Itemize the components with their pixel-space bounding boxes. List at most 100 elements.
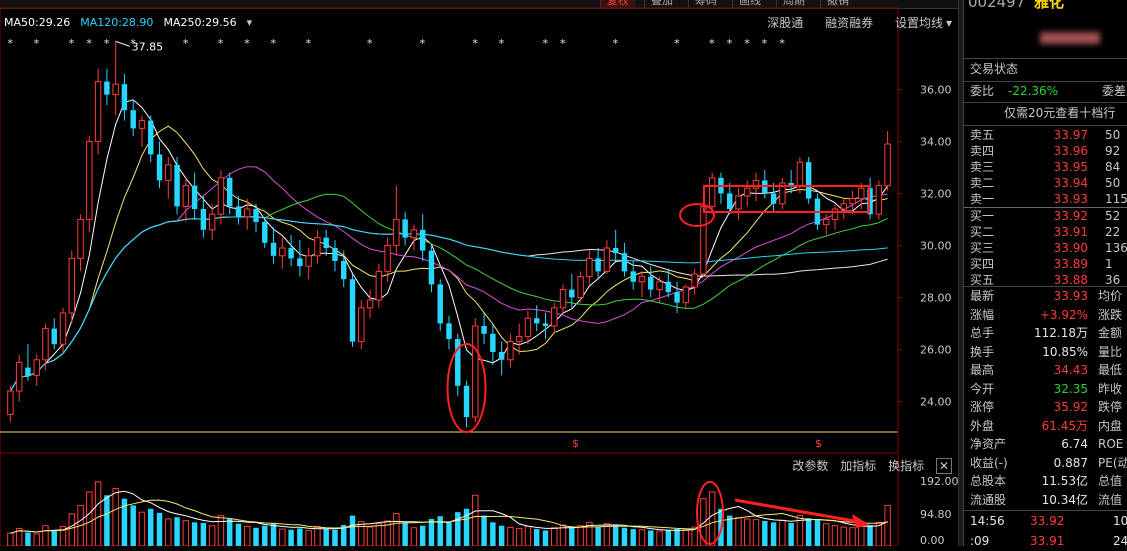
volume-bar bbox=[279, 528, 286, 546]
ask-price: 33.96 bbox=[1053, 144, 1088, 158]
candle-body bbox=[384, 244, 391, 272]
quote-panel: 002497 雅化 交易状态 委比 -22.36% 委差 仅需20元查看十档行 … bbox=[963, 0, 1127, 548]
ask-row: 卖五 33.97 50 bbox=[968, 127, 1127, 143]
bid-volume: 52 bbox=[1105, 209, 1121, 223]
candle-body bbox=[332, 248, 338, 261]
ask-price: 33.93 bbox=[1053, 192, 1088, 206]
stock-header: 002497 雅化 bbox=[968, 0, 1127, 12]
ask-volume: 92 bbox=[1105, 144, 1121, 158]
candle-body bbox=[849, 198, 856, 205]
candle-body bbox=[235, 206, 242, 217]
candle-body bbox=[279, 247, 286, 257]
volume-bar bbox=[648, 530, 654, 546]
volume-bar bbox=[358, 521, 365, 546]
candle-body bbox=[498, 352, 505, 360]
event-marker: * bbox=[271, 37, 277, 50]
candle-body bbox=[217, 177, 225, 215]
bid-volume: 36 bbox=[1105, 273, 1121, 287]
bid-volume: 22 bbox=[1105, 225, 1121, 239]
stat-value: 32.35 bbox=[1053, 381, 1088, 396]
volume-tick-label: 0.00 bbox=[920, 534, 945, 546]
volume-bar bbox=[708, 491, 716, 546]
bid-row: 买五 33.88 36 bbox=[968, 272, 1127, 288]
volume-toolbar: 改参数 加指标 换指标 ✕ bbox=[784, 458, 952, 474]
candle-body bbox=[349, 279, 356, 342]
s-marker: $ bbox=[815, 437, 822, 450]
bid-volume: 136 bbox=[1105, 241, 1127, 255]
candle-body bbox=[51, 328, 57, 345]
promo-link[interactable]: 仅需20元查看十档行 bbox=[968, 104, 1127, 123]
volume-bar bbox=[288, 529, 294, 546]
candle-body bbox=[59, 312, 67, 345]
candle-body bbox=[253, 209, 259, 222]
volume-bar bbox=[814, 519, 821, 546]
candle-body bbox=[612, 248, 619, 254]
volume-bar bbox=[507, 526, 514, 546]
tick-volume: 24 bbox=[1113, 534, 1127, 548]
candle-body bbox=[358, 307, 365, 343]
candle-body bbox=[375, 270, 383, 301]
volume-tick-label: 192.00 bbox=[920, 475, 958, 488]
volume-bar bbox=[437, 516, 443, 546]
volume-bar bbox=[638, 529, 646, 546]
ask-row: 卖一 33.93 115 bbox=[968, 191, 1127, 207]
ma-legend-item: MA120:28.90 bbox=[80, 16, 154, 29]
ask-row: 卖二 33.94 50 bbox=[968, 175, 1127, 191]
candle-body bbox=[542, 323, 549, 326]
candle-body bbox=[148, 120, 154, 155]
tick-time: 14:56 bbox=[970, 514, 1005, 528]
event-marker: * bbox=[130, 37, 136, 50]
volume-bar bbox=[104, 495, 110, 546]
margin-button[interactable]: 融资融券 bbox=[825, 16, 873, 30]
candle-body bbox=[656, 281, 663, 291]
set-ma-button[interactable]: 设置均线 bbox=[895, 16, 943, 30]
volume-bar bbox=[244, 525, 251, 546]
volume-bar bbox=[858, 525, 865, 546]
candle-body bbox=[682, 286, 690, 304]
volume-bar bbox=[42, 525, 49, 546]
volume-bar bbox=[25, 532, 31, 546]
dropdown-icon[interactable]: ▾ bbox=[946, 16, 952, 30]
ask-label: 卖四 bbox=[970, 144, 995, 158]
candle-body bbox=[796, 161, 804, 187]
switch-indicator-button[interactable]: 换指标 bbox=[888, 459, 924, 473]
volume-bar bbox=[682, 529, 690, 546]
candle-body bbox=[691, 273, 698, 288]
ask-label: 卖五 bbox=[970, 128, 995, 142]
bid-volume: 1 bbox=[1105, 257, 1113, 271]
change-params-button[interactable]: 改参数 bbox=[792, 459, 828, 473]
stat-label: 净资产 bbox=[970, 437, 1007, 451]
add-indicator-button[interactable]: 加指标 bbox=[840, 459, 876, 473]
candle-body bbox=[42, 328, 49, 361]
candle-body bbox=[805, 162, 812, 199]
event-marker: * bbox=[218, 37, 224, 50]
volume-bar bbox=[138, 511, 146, 546]
volume-bar bbox=[305, 529, 312, 546]
event-marker: * bbox=[472, 37, 478, 50]
candle-body bbox=[875, 185, 883, 215]
volume-bar bbox=[174, 517, 180, 546]
candle-body bbox=[674, 292, 680, 303]
volume-bar bbox=[7, 532, 14, 546]
volume-bar bbox=[323, 529, 329, 546]
volume-bar bbox=[569, 526, 575, 546]
bid-label: 买二 bbox=[970, 225, 995, 239]
stat-row: 最高 34.43 最低 bbox=[968, 361, 1127, 379]
candle-body bbox=[569, 289, 575, 298]
ma-dropdown-icon[interactable]: ▾ bbox=[247, 16, 253, 29]
stat-row: 最新 33.93 均价 bbox=[968, 287, 1127, 305]
candle-body bbox=[638, 276, 646, 283]
candle-body bbox=[515, 335, 523, 343]
candle-body bbox=[156, 154, 163, 181]
hk-connect-button[interactable]: 深股通 bbox=[767, 16, 803, 30]
ask-volume: 50 bbox=[1105, 176, 1121, 190]
volume-bar bbox=[805, 518, 812, 546]
volume-bar bbox=[375, 523, 383, 546]
candle-body bbox=[33, 359, 40, 376]
bid-price: 33.92 bbox=[1053, 209, 1088, 223]
close-icon[interactable]: ✕ bbox=[935, 458, 952, 474]
event-marker: * bbox=[779, 37, 785, 50]
event-marker: * bbox=[613, 37, 619, 50]
status-title: 交易状态 bbox=[970, 62, 1019, 76]
ma-legend-item: MA250:29.56 bbox=[163, 16, 237, 29]
